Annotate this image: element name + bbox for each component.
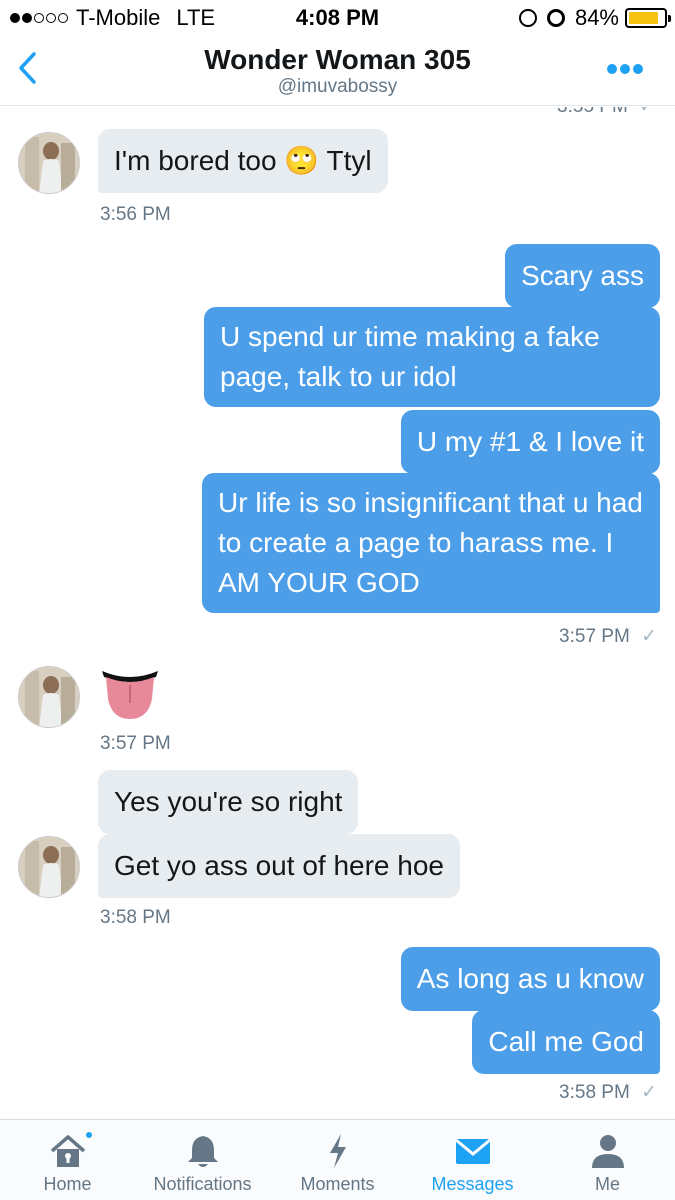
lightning-icon: [329, 1134, 346, 1168]
more-dots-icon[interactable]: [604, 64, 643, 74]
tab-notifications[interactable]: Notifications: [135, 1120, 270, 1200]
conversation-name[interactable]: Wonder Woman 305: [0, 44, 675, 76]
incoming-message[interactable]: Get yo ass out of here hoe: [98, 834, 460, 898]
conversation-header: Wonder Woman 305 @imuvabossy: [0, 36, 675, 106]
tab-label: Moments: [300, 1174, 375, 1194]
timestamp-partial: 3:55 PM ✓: [557, 107, 655, 118]
avatar[interactable]: [18, 666, 80, 728]
new-content-dot: [84, 1130, 94, 1140]
battery-percent: 84%: [574, 5, 619, 30]
tab-me[interactable]: Me: [540, 1120, 675, 1200]
status-bar: T-Mobile LTE 4:08 PM 84%: [0, 0, 675, 36]
outgoing-message[interactable]: U my #1 & I love it: [400, 410, 660, 474]
message-timestamp: 3:57 PM: [100, 733, 171, 754]
tab-messages[interactable]: Messages: [405, 1120, 540, 1200]
envelope-icon: [454, 1138, 491, 1164]
outgoing-message[interactable]: Ur life is so insignificant that u had t…: [202, 473, 660, 613]
message-thread[interactable]: 3:55 PM ✓ I'm bored too 🙄 Ttyl 3:56 PM S…: [0, 107, 675, 1119]
battery-icon: [625, 8, 671, 28]
bell-icon: [187, 1136, 218, 1167]
avatar[interactable]: [18, 836, 80, 898]
avatar[interactable]: [18, 132, 80, 194]
outgoing-message[interactable]: Call me God: [472, 1010, 660, 1074]
outgoing-message[interactable]: U spend ur time making a fake page, talk…: [204, 307, 660, 407]
tab-moments[interactable]: Moments: [270, 1120, 405, 1200]
outgoing-message[interactable]: As long as u know: [400, 947, 660, 1011]
incoming-message[interactable]: I'm bored too 🙄 Ttyl: [98, 129, 388, 193]
person-icon: [591, 1135, 624, 1168]
tongue-emoji-message[interactable]: [98, 663, 162, 723]
tab-bar: Home Notifications Moments Messages Me: [0, 1119, 675, 1200]
read-check-icon: ✓: [641, 1082, 657, 1103]
tab-home[interactable]: Home: [0, 1120, 135, 1200]
tab-label: Messages: [431, 1174, 514, 1194]
tab-label: Home: [43, 1174, 92, 1194]
message-timestamp: 3:58 PM ✓: [559, 1082, 657, 1103]
tab-label: Notifications: [153, 1174, 252, 1194]
incoming-message[interactable]: Yes you're so right: [98, 770, 359, 834]
message-timestamp: 3:58 PM: [100, 907, 171, 928]
alarm-icon: [546, 9, 565, 27]
conversation-handle[interactable]: @imuvabossy: [0, 76, 675, 98]
tab-label: Me: [594, 1174, 620, 1194]
status-right: 84%: [518, 5, 671, 31]
home-icon: [50, 1135, 85, 1167]
message-timestamp: 3:56 PM: [100, 204, 171, 225]
battery-fill: [629, 12, 658, 24]
read-check-icon: ✓: [641, 626, 657, 647]
rotation-lock-icon: [518, 9, 537, 27]
message-timestamp: 3:57 PM ✓: [559, 626, 657, 647]
outgoing-message[interactable]: Scary ass: [505, 244, 660, 308]
